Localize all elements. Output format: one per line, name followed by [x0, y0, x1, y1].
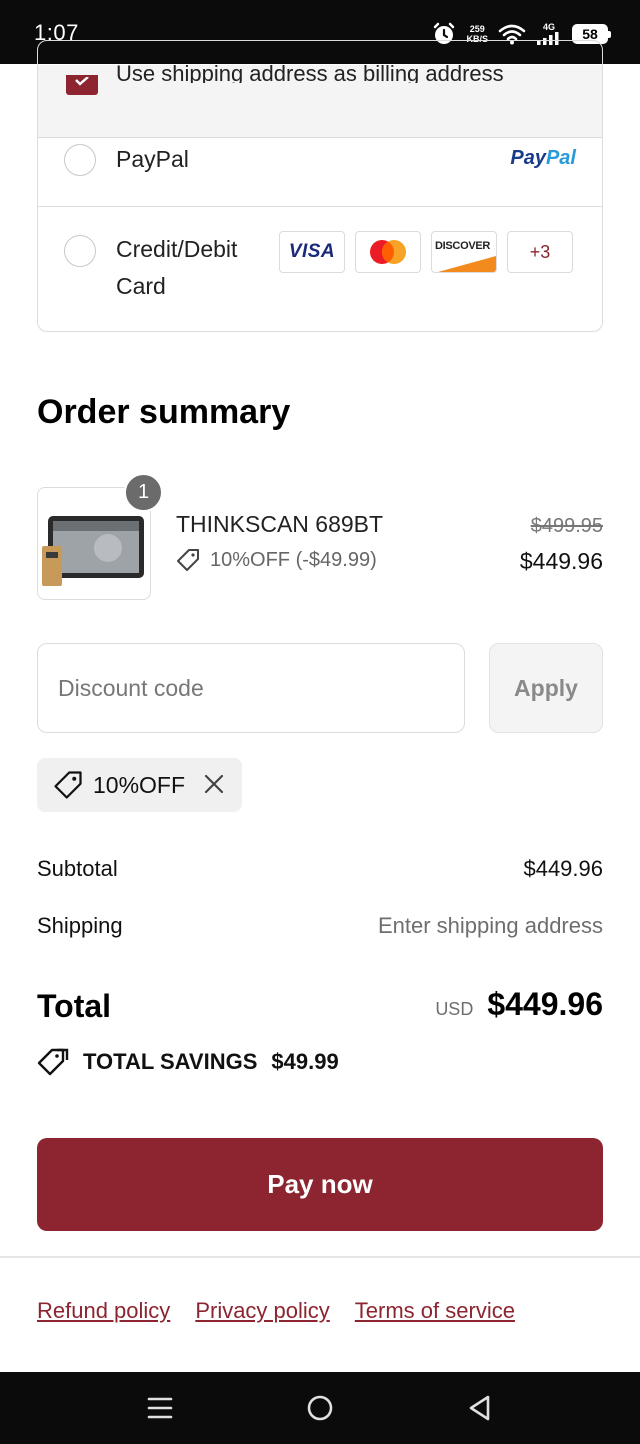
- billing-checkbox[interactable]: [66, 75, 98, 95]
- privacy-policy-link[interactable]: Privacy policy: [195, 1298, 329, 1324]
- close-icon[interactable]: [202, 772, 226, 796]
- total-savings: TOTAL SAVINGS $49.99: [37, 1047, 339, 1077]
- billing-address-label: Use shipping address as billing address: [116, 65, 504, 83]
- more-cards-badge: +3: [507, 231, 573, 273]
- card-label: Credit/Debit Card: [116, 236, 238, 299]
- card-radio[interactable]: [64, 235, 96, 267]
- visa-logo: VISA: [288, 241, 336, 262]
- total-amount: $449.96: [487, 986, 603, 1022]
- total-value: USD $449.96: [435, 986, 603, 1023]
- terms-of-service-link[interactable]: Terms of service: [355, 1298, 515, 1324]
- tag-icon: [54, 771, 82, 799]
- discounted-price: $449.96: [519, 548, 603, 574]
- subtotal-label: Subtotal: [37, 856, 118, 881]
- navigation-bar: [0, 1372, 640, 1444]
- original-price: $499.95: [530, 515, 603, 537]
- checkmark-icon: [75, 77, 89, 86]
- network-type: 4G: [542, 22, 555, 32]
- product-discount-text: 10%OFF (-$49.99): [210, 548, 377, 571]
- footer-links: Refund policy Privacy policy Terms of se…: [37, 1298, 515, 1324]
- tag-icon: [177, 549, 199, 571]
- discover-badge: DISCOVER: [431, 231, 497, 273]
- paypal-label: PayPal: [116, 146, 189, 172]
- payment-option-paypal[interactable]: PayPal PayPal: [38, 114, 602, 207]
- shipping-value: Enter shipping address: [377, 913, 603, 938]
- discount-code-input[interactable]: [37, 643, 465, 733]
- shipping-label: Shipping: [37, 913, 123, 938]
- visa-badge: VISA: [279, 231, 345, 273]
- discover-stripe: [438, 256, 496, 272]
- menu-icon[interactable]: [146, 1394, 174, 1422]
- payment-methods: Use shipping address as billing address …: [37, 40, 603, 332]
- order-summary-title: Order summary: [37, 393, 291, 431]
- applied-discount-code: 10%OFF: [93, 771, 186, 798]
- speed-value: 259: [469, 24, 485, 34]
- subtotal-value: $449.96: [523, 856, 603, 881]
- quantity-badge: 1: [124, 473, 163, 512]
- savings-value: $49.99: [271, 1049, 339, 1074]
- paypal-radio[interactable]: [64, 144, 96, 176]
- card-brands: VISA DISCOVER +3: [279, 231, 573, 273]
- payment-option-card[interactable]: Credit/Debit Card VISA DISCOVER +3: [38, 207, 602, 331]
- back-icon[interactable]: [466, 1394, 494, 1422]
- footer-divider: [0, 1256, 640, 1258]
- savings-tag-icon: [37, 1048, 69, 1076]
- mastercard-badge: [355, 231, 421, 273]
- apply-discount-button[interactable]: Apply: [489, 643, 603, 733]
- paypal-logo: PayPal: [510, 147, 576, 169]
- savings-label: TOTAL SAVINGS: [83, 1049, 258, 1074]
- total-label: Total: [37, 988, 112, 1024]
- product-discount: 10%OFF (-$49.99): [176, 548, 377, 572]
- total-currency: USD: [435, 999, 474, 1019]
- applied-discount-tag: 10%OFF: [37, 758, 242, 812]
- refund-policy-link[interactable]: Refund policy: [37, 1298, 170, 1324]
- discover-logo: DISCOVER: [435, 240, 491, 252]
- home-icon[interactable]: [306, 1394, 334, 1422]
- mastercard-icon: [370, 240, 406, 264]
- more-cards-count: +3: [529, 241, 551, 262]
- pay-now-button[interactable]: Pay now: [37, 1138, 603, 1231]
- product-name: THINKSCAN 689BT: [176, 511, 384, 537]
